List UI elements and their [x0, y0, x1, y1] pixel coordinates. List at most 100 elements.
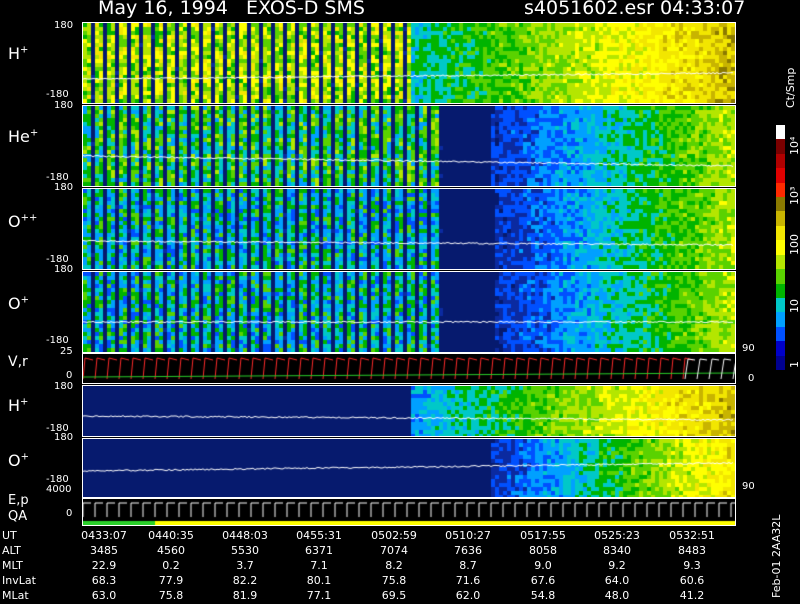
table-cell: 0502:59: [371, 529, 417, 542]
he-plus-top-tick: 180: [54, 100, 74, 111]
table-cell: 7636: [454, 544, 482, 557]
colorbar-swatch: [776, 153, 785, 169]
vr-right-tick: 90: [742, 343, 755, 354]
table-row: MLT 22.9 0.2 3.7 7.1 8.2 8.7 9.0 9.2 9.3: [0, 559, 760, 574]
table-cell: 69.5: [381, 589, 407, 602]
he-plus-panel: [82, 105, 736, 187]
table-cell: 8.2: [385, 559, 403, 572]
table-cell: 22.9: [91, 559, 117, 572]
h-plus-2-panel: [82, 385, 736, 437]
h-plus-label: H+: [8, 44, 29, 63]
vr-trace: [83, 354, 735, 383]
table-cell: 64.0: [604, 574, 630, 587]
ep-bottom-tick: 0: [66, 508, 73, 519]
table-row-label: MLT: [2, 559, 23, 572]
plot-title: May 16, 1994 EXOS-D SMS: [98, 0, 365, 19]
table-cell: 4560: [157, 544, 185, 557]
he-plus-spectrogram: [83, 106, 735, 186]
he-plus-label: He+: [8, 127, 39, 146]
vr-top-tick: 25: [60, 346, 73, 357]
ep-qa-trace: [83, 499, 735, 525]
qa-label: QA: [8, 509, 28, 524]
colorbar-swatch: [776, 197, 785, 212]
ep-top-tick: 4000: [46, 484, 72, 495]
table-cell: 9.2: [608, 559, 626, 572]
table-row: UT 0433:07 0440:35 0448:03 0455:31 0502:59 051…: [0, 529, 760, 544]
colorbar-swatch: [776, 269, 785, 285]
colorbar-swatch: [776, 254, 785, 270]
table-cell: 3.7: [236, 559, 254, 572]
vr-panel: [82, 353, 736, 384]
table-cell: 0525:23: [594, 529, 640, 542]
vr-bottom-tick: 0: [66, 370, 73, 381]
table-cell: 7.1: [310, 559, 328, 572]
table-cell: 54.8: [530, 589, 556, 602]
table-cell: 0455:31: [296, 529, 342, 542]
table-cell: 9.0: [534, 559, 552, 572]
colorbar-swatch: [776, 225, 785, 241]
table-cell: 77.9: [158, 574, 184, 587]
o-plusplus-spectrogram: [83, 189, 735, 269]
h-plus-bottom-tick: -180: [46, 89, 69, 100]
o-plus-2-label: O+: [8, 451, 29, 470]
table-cell: 5530: [231, 544, 259, 557]
table-cell: 63.0: [91, 589, 117, 602]
table-cell: 0517:55: [520, 529, 566, 542]
table-cell: 82.2: [232, 574, 258, 587]
o-plus-2-top-tick: 180: [54, 432, 74, 443]
table-cell: 80.1: [306, 574, 332, 587]
table-row: InvLat 68.3 77.9 82.2 80.1 75.8 71.6 67.6 64.0 60…: [0, 574, 760, 589]
table-cell: 9.3: [683, 559, 701, 572]
table-cell: 8058: [529, 544, 557, 557]
colorbar-swatch: [776, 211, 785, 227]
table-cell: 71.6: [455, 574, 481, 587]
table-row: MLat 63.0 75.8 81.9 77.1 69.5 62.0 54.8 48.0 41.2: [0, 589, 760, 604]
o-plus-2-panel: [82, 438, 736, 498]
table-cell: 68.3: [91, 574, 117, 587]
colorbar-swatch: [776, 182, 785, 198]
colorbar-swatch: [776, 125, 785, 140]
table-cell: 0448:03: [222, 529, 268, 542]
ep-qa-panel: [82, 498, 736, 526]
o-plusplus-top-tick: 180: [54, 182, 74, 193]
table-cell: 0510:27: [445, 529, 491, 542]
table-row: ALT 3485 4560 5530 6371 7074 7636 8058 8340 8483: [0, 544, 760, 559]
o-plus-2-right-tick: 90: [742, 481, 755, 492]
table-cell: 67.6: [530, 574, 556, 587]
o-plus-panel: [82, 271, 736, 353]
o-plus-spectrogram: [83, 272, 735, 352]
table-cell: 81.9: [232, 589, 258, 602]
h-plus-2-top-tick: 180: [54, 381, 74, 392]
ep-label: E,p: [8, 493, 29, 508]
o-plus-2-spectrogram: [83, 439, 735, 497]
table-cell: 62.0: [455, 589, 481, 602]
h-plus-spectrogram: [83, 23, 735, 103]
colorbar-tick-1000: 10³: [788, 186, 800, 205]
table-row-label: UT: [2, 529, 17, 542]
table-cell: 0433:07: [81, 529, 127, 542]
colorbar-swatch: [776, 297, 785, 313]
colorbar-swatch: [776, 283, 785, 299]
colorbar-swatch: [776, 139, 785, 155]
h-plus-2-label: H+: [8, 396, 29, 415]
table-row-label: ALT: [2, 544, 21, 557]
colorbar-tick-10000: 10⁴: [788, 136, 800, 155]
table-cell: 8.7: [459, 559, 477, 572]
table-cell: 0.2: [162, 559, 180, 572]
o-plus-label: O+: [8, 294, 29, 313]
table-cell: 8483: [678, 544, 706, 557]
h-plus-panel: [82, 22, 736, 104]
colorbar-swatch: [776, 341, 785, 357]
table-cell: 8340: [603, 544, 631, 557]
colorbar: [776, 125, 785, 371]
o-plus-bottom-tick: -180: [46, 335, 69, 346]
start-time: 04:33:07: [660, 0, 746, 19]
vr-label: V,r: [8, 354, 28, 370]
table-cell: 77.1: [306, 589, 332, 602]
table-cell: 75.8: [381, 574, 407, 587]
colorbar-unit: Ct/Smp: [784, 67, 797, 108]
colorbar-swatch: [776, 355, 785, 371]
table-cell: 3485: [90, 544, 118, 557]
colorbar-tick-10: 10: [788, 299, 800, 313]
file-name: s4051602.esr: [524, 0, 654, 19]
